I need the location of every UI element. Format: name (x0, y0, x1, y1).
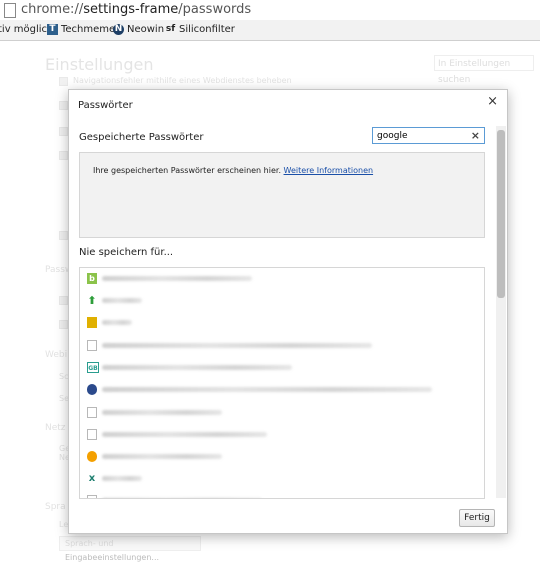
orange-flower-icon (87, 451, 97, 462)
empty-message: Ihre gespeicherten Passwörter erscheinen… (93, 166, 281, 175)
password-filter-input[interactable] (377, 130, 467, 142)
clear-icon[interactable]: × (471, 129, 480, 142)
bookmark-label: Neowin (127, 24, 165, 35)
scrollbar-thumb[interactable] (497, 130, 505, 298)
bookmark-label: Techmeme (61, 24, 116, 35)
bookmark-label: tiv möglich (0, 24, 54, 35)
bookmark-techmeme[interactable]: T Techmeme (47, 24, 115, 35)
list-item[interactable] (80, 490, 484, 498)
file-icon (87, 407, 97, 418)
list-item[interactable]: GB (80, 357, 484, 379)
url-text[interactable]: chrome://settings-frame/passwords (21, 2, 251, 17)
list-item[interactable]: x (80, 468, 484, 490)
blue-circle-icon (87, 384, 97, 395)
techmeme-icon: T (47, 24, 58, 35)
list-item[interactable] (80, 312, 484, 334)
bookmark-neowin[interactable]: N Neowin (113, 24, 164, 35)
bookmark-label: Siliconfilter (179, 24, 235, 35)
xing-icon: x (88, 473, 96, 484)
saved-passwords-message: Ihre gespeicherten Passwörter erscheinen… (93, 166, 373, 175)
bookmark-siliconfilter[interactable]: sf Siliconfilter (165, 24, 235, 35)
password-filter-field[interactable]: × (372, 127, 485, 144)
address-bar[interactable]: chrome://settings-frame/passwords (0, 0, 540, 21)
page-icon (4, 3, 16, 18)
url-host: settings-frame (83, 2, 179, 17)
list-item[interactable]: b (80, 268, 484, 290)
dialog-title: Passwörter (78, 100, 133, 111)
list-item[interactable] (80, 424, 484, 446)
never-saved-list: b ⬆ GB x (79, 267, 485, 499)
more-info-link[interactable]: Weitere Informationen (284, 166, 374, 175)
url-path: /passwords (178, 2, 252, 17)
never-saved-heading: Nie speichern für... (79, 247, 174, 258)
list-item[interactable] (80, 446, 484, 468)
siliconfilter-icon: sf (165, 24, 176, 34)
bookmark-item[interactable]: tiv möglich (0, 24, 53, 35)
bookmarks-bar: tiv möglich T Techmeme N Neowin sf Silic… (0, 20, 540, 41)
list-item[interactable]: ⬆ (80, 290, 484, 312)
yellow-logo-icon (87, 317, 97, 328)
passwords-dialog: Passwörter × Gespeicherte Passwörter × I… (68, 89, 508, 534)
close-icon[interactable]: × (487, 94, 498, 109)
done-button[interactable]: Fertig (459, 509, 495, 527)
file-icon (87, 495, 97, 498)
file-icon (87, 340, 97, 351)
saved-passwords-heading: Gespeicherte Passwörter (79, 132, 204, 143)
saved-passwords-list: Ihre gespeicherten Passwörter erscheinen… (79, 152, 485, 238)
gb-logo-icon: GB (87, 362, 99, 373)
list-item[interactable] (80, 379, 484, 401)
list-item[interactable] (80, 402, 484, 424)
url-prefix: chrome:// (21, 2, 84, 17)
site-b-icon: b (87, 273, 97, 284)
list-item[interactable] (80, 335, 484, 357)
neowin-icon: N (113, 24, 124, 35)
green-arrow-icon: ⬆ (87, 294, 97, 307)
file-icon (87, 429, 97, 440)
